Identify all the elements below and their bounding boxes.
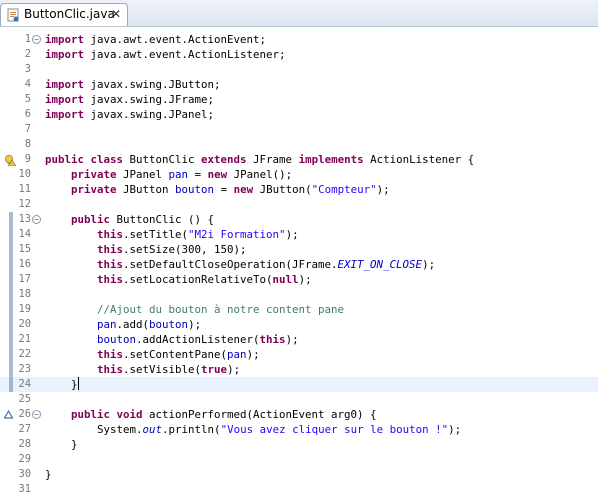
line-number: 19 bbox=[18, 303, 31, 315]
code-line: 22 this.setContentPane(pan); bbox=[0, 347, 598, 362]
tab-buttonclic-java[interactable]: ButtonClic.java ✕ bbox=[0, 3, 128, 26]
code-line: 30 } bbox=[0, 467, 598, 482]
code-text: } bbox=[71, 438, 78, 451]
line-number: 23 bbox=[18, 363, 31, 375]
code-text: //Ajout du bouton à notre content pane bbox=[97, 303, 345, 316]
line-number: 18 bbox=[18, 288, 31, 300]
line-number: 10 bbox=[18, 168, 31, 180]
code-line: 6 import javax.swing.JPanel; bbox=[0, 107, 598, 122]
code-text: this.setDefaultCloseOperation(JFrame.EXI… bbox=[97, 258, 436, 271]
line-number: 13 bbox=[18, 213, 31, 225]
line-number: 5 bbox=[24, 93, 31, 105]
code-text: public ButtonClic () { bbox=[71, 213, 215, 226]
code-line: 29 bbox=[0, 452, 598, 467]
code-line: 1 − import java.awt.event.ActionEvent; bbox=[0, 32, 598, 47]
line-number: 17 bbox=[18, 273, 31, 285]
code-text: this.setContentPane(pan); bbox=[97, 348, 260, 361]
code-line: 20 pan.add(bouton); bbox=[0, 317, 598, 332]
code-text: pan.add(bouton); bbox=[97, 318, 202, 331]
java-file-icon bbox=[7, 8, 19, 22]
line-number: 21 bbox=[18, 333, 31, 345]
code-line: 26 − public void actionPerformed(ActionE… bbox=[0, 407, 598, 422]
code-line: 5 import javax.swing.JFrame; bbox=[0, 92, 598, 107]
line-number: 14 bbox=[18, 228, 31, 240]
fold-collapse-icon[interactable]: − bbox=[32, 35, 41, 44]
code-line: 16 this.setDefaultCloseOperation(JFrame.… bbox=[0, 257, 598, 272]
fold-collapse-icon[interactable]: − bbox=[32, 215, 41, 224]
code-line: 23 this.setVisible(true); bbox=[0, 362, 598, 377]
code-text: this.setVisible(true); bbox=[97, 363, 241, 376]
code-text: } bbox=[71, 377, 79, 391]
code-text: this.setSize(300, 150); bbox=[97, 243, 247, 256]
code-line: 2 import java.awt.event.ActionListener; bbox=[0, 47, 598, 62]
code-line: 21 bouton.addActionListener(this); bbox=[0, 332, 598, 347]
line-number: 20 bbox=[18, 318, 31, 330]
code-text: this.setTitle("M2i Formation"); bbox=[97, 228, 299, 241]
editor-tab-bar: ButtonClic.java ✕ bbox=[0, 0, 598, 27]
line-number: 2 bbox=[24, 48, 31, 60]
code-line: 14 this.setTitle("M2i Formation"); bbox=[0, 227, 598, 242]
code-line: 31 bbox=[0, 482, 598, 497]
line-number: 16 bbox=[18, 258, 31, 270]
code-text: private JButton bouton = new JButton("Co… bbox=[71, 183, 390, 196]
code-line: 8 bbox=[0, 137, 598, 152]
code-line: 9 public class ButtonClic extends JFrame… bbox=[0, 152, 598, 167]
text-caret bbox=[77, 377, 79, 390]
code-line: 3 bbox=[0, 62, 598, 77]
line-number: 24 bbox=[18, 378, 31, 390]
code-text: private JPanel pan = new JPanel(); bbox=[71, 168, 293, 181]
line-number: 27 bbox=[18, 423, 31, 435]
code-text: import javax.swing.JPanel; bbox=[45, 108, 215, 121]
code-text: import java.awt.event.ActionEvent; bbox=[45, 33, 267, 46]
code-text: import javax.swing.JFrame; bbox=[45, 93, 215, 106]
code-text: System.out.println("Vous avez cliquer su… bbox=[97, 423, 462, 436]
line-number: 30 bbox=[18, 468, 31, 480]
code-text: import java.awt.event.ActionListener; bbox=[45, 48, 286, 61]
code-line: 25 bbox=[0, 392, 598, 407]
close-icon[interactable]: ✕ bbox=[111, 7, 121, 21]
fold-collapse-icon[interactable]: − bbox=[32, 410, 41, 419]
line-number: 12 bbox=[18, 198, 31, 210]
code-line: 27 System.out.println("Vous avez cliquer… bbox=[0, 422, 598, 437]
tab-title: ButtonClic.java bbox=[24, 7, 115, 21]
line-number: 26 bbox=[18, 408, 31, 420]
code-line: 7 bbox=[0, 122, 598, 137]
code-line: 12 bbox=[0, 197, 598, 212]
code-line: 28 } bbox=[0, 437, 598, 452]
code-text: this.setLocationRelativeTo(null); bbox=[97, 273, 312, 286]
line-number: 3 bbox=[24, 63, 31, 75]
line-number: 11 bbox=[18, 183, 31, 195]
line-number: 1 bbox=[24, 33, 31, 45]
line-number: 7 bbox=[24, 123, 31, 135]
code-editor[interactable]: 1 − import java.awt.event.ActionEvent; 2… bbox=[0, 27, 598, 500]
line-number: 6 bbox=[24, 108, 31, 120]
code-text: } bbox=[45, 468, 52, 481]
line-number: 4 bbox=[24, 78, 31, 90]
code-line: 10 private JPanel pan = new JPanel(); bbox=[0, 167, 598, 182]
code-line: 18 bbox=[0, 287, 598, 302]
code-text: public void actionPerformed(ActionEvent … bbox=[71, 408, 377, 421]
code-text: public class ButtonClic extends JFrame i… bbox=[45, 153, 475, 166]
code-line: 19 //Ajout du bouton à notre content pan… bbox=[0, 302, 598, 317]
line-number: 29 bbox=[18, 453, 31, 465]
line-number: 15 bbox=[18, 243, 31, 255]
code-text: bouton.addActionListener(this); bbox=[97, 333, 299, 346]
code-line: 4 import javax.swing.JButton; bbox=[0, 77, 598, 92]
current-code-line: 24 } bbox=[0, 377, 598, 392]
code-text: import javax.swing.JButton; bbox=[45, 78, 221, 91]
line-number: 25 bbox=[18, 393, 31, 405]
line-number: 22 bbox=[18, 348, 31, 360]
line-number: 28 bbox=[18, 438, 31, 450]
code-line: 15 this.setSize(300, 150); bbox=[0, 242, 598, 257]
line-number: 9 bbox=[24, 153, 31, 165]
line-number: 8 bbox=[24, 138, 31, 150]
code-line: 17 this.setLocationRelativeTo(null); bbox=[0, 272, 598, 287]
code-line: 13 − public ButtonClic () { bbox=[0, 212, 598, 227]
code-line: 11 private JButton bouton = new JButton(… bbox=[0, 182, 598, 197]
line-number: 31 bbox=[18, 483, 31, 495]
